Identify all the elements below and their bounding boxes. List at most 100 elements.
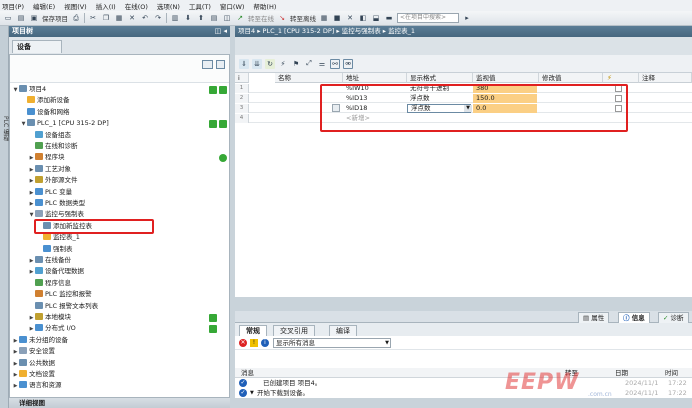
tree-item[interactable]: ▶ 外部源文件 (10, 175, 229, 186)
tree-item[interactable]: ▶ 公共数据 (10, 358, 229, 369)
go-online-icon[interactable]: ↗ (235, 13, 245, 23)
tree-item[interactable]: 在线和诊断 (10, 141, 229, 152)
cross-ref-icon[interactable]: ✕ (345, 13, 355, 23)
tree-item[interactable]: 强制表 (10, 244, 229, 255)
column-header[interactable]: 修改值 (539, 73, 603, 83)
collapsed-arrow-icon[interactable]: ▶ (28, 153, 35, 164)
panel-controls-icon[interactable]: ◫ ◂ (215, 26, 227, 37)
menu-item[interactable]: 选项(N) (157, 1, 180, 11)
menu-item[interactable]: 视图(V) (64, 1, 87, 11)
delete-icon[interactable]: ✕ (127, 13, 137, 23)
tab-diagnostics[interactable]: ✓ 诊断 (658, 312, 689, 323)
menu-item[interactable]: 在线(O) (125, 1, 148, 11)
monitor-all-icon[interactable]: ⚯ (330, 58, 340, 69)
menu-item[interactable]: 窗口(W) (220, 1, 245, 11)
tree-item[interactable]: 添加新设备 (10, 95, 229, 106)
column-header[interactable]: 显示格式 (407, 73, 473, 83)
collapsed-arrow-icon[interactable]: ▶ (12, 370, 19, 381)
display-mode-icon[interactable]: ⚌ (317, 59, 327, 69)
tree-item[interactable]: ▶ 文档设置 (10, 369, 229, 380)
add-row-icon[interactable]: ⇊ (252, 58, 262, 69)
split-editor-h-icon[interactable]: ⬓ (371, 13, 381, 23)
tab-info[interactable]: ⓘ 信息 (618, 312, 650, 323)
collapsed-arrow-icon[interactable]: ▶ (12, 336, 19, 347)
menu-item[interactable]: 工具(T) (189, 1, 211, 11)
column-header[interactable]: 注释 (639, 73, 692, 83)
tree-item[interactable]: ▶ PLC 数据类型 (10, 198, 229, 209)
column-header[interactable]: 监视值 (473, 73, 539, 83)
collapsed-arrow-icon[interactable]: ▶ (28, 313, 35, 324)
collapsed-arrow-icon[interactable]: ▶ (28, 256, 35, 267)
warning-filter-icon[interactable]: ! (250, 339, 258, 347)
tree-item[interactable]: ▶ 在线备份 (10, 255, 229, 266)
tree-item[interactable]: ▶ 工艺对象 (10, 164, 229, 175)
stop-icon[interactable]: ■ (332, 13, 342, 23)
tree-item[interactable]: PLC 监控和报警 (10, 289, 229, 300)
tab-compile[interactable]: 编译 (329, 325, 357, 336)
save-project-button[interactable]: 保存项目 (42, 13, 68, 23)
print-icon[interactable]: ⎙ (71, 13, 81, 23)
info-filter-icon[interactable]: i (261, 339, 269, 347)
go-online-button[interactable]: 转至在线 (248, 13, 274, 23)
view-toggle-icon[interactable] (202, 60, 213, 69)
collapsed-arrow-icon[interactable]: ▶ (28, 165, 35, 176)
menu-item[interactable]: 插入(I) (96, 1, 116, 11)
undo-icon[interactable]: ↶ (140, 13, 150, 23)
tree-item[interactable]: ▼ 项目4 (10, 84, 229, 95)
tree-item[interactable]: ▶ 分布式 I/O (10, 323, 229, 334)
collapsed-arrow-icon[interactable]: ▶ (12, 347, 19, 358)
column-header[interactable]: 名称 (275, 73, 343, 83)
simulation-icon[interactable]: ▤ (209, 13, 219, 23)
menu-item[interactable]: 帮助(H) (253, 1, 276, 11)
tab-properties[interactable]: ▤ 属性 (578, 312, 610, 323)
tree-item[interactable]: ▶ 未分组的设备 (10, 335, 229, 346)
filter-icon[interactable] (216, 60, 225, 69)
expanded-arrow-icon[interactable]: ▼ (20, 119, 27, 130)
tree-item[interactable]: 设备组态 (10, 130, 229, 141)
collapsed-arrow-icon[interactable]: ▶ (28, 267, 35, 278)
open-project-icon[interactable]: ▤ (16, 13, 26, 23)
tree-item[interactable]: PLC 报警文本列表 (10, 301, 229, 312)
modify-trigger-icon[interactable]: ⚑ (291, 59, 301, 69)
paste-icon[interactable]: ▦ (114, 13, 124, 23)
tree-item[interactable]: ▶ 设备代理数据 (10, 266, 229, 277)
insert-row-icon[interactable]: ⇓ (239, 58, 249, 69)
save-project-icon[interactable]: ▣ (29, 13, 39, 23)
compile-icon[interactable]: ▥ (170, 13, 180, 23)
collapsed-arrow-icon[interactable]: ▶ (28, 176, 35, 187)
tree-item[interactable]: 程序信息 (10, 278, 229, 289)
horizontal-splitter[interactable] (235, 297, 692, 311)
menu-item[interactable]: 编辑(E) (33, 1, 55, 11)
collapsed-arrow-icon[interactable]: ▶ (28, 324, 35, 335)
redo-icon[interactable]: ↷ (153, 13, 163, 23)
tree-item[interactable]: ▶ 程序块 (10, 152, 229, 163)
tree-item[interactable]: ▶ PLC 变量 (10, 187, 229, 198)
devices-tab[interactable]: 设备 (12, 40, 62, 53)
message-row[interactable]: ✓ 已创建项目 项目4。 2024/11/1 17:22 (235, 378, 692, 388)
collapsed-arrow-icon[interactable]: ▶ (28, 188, 35, 199)
download-icon[interactable]: ⬇ (183, 13, 193, 23)
message-filter-select[interactable]: 显示所有消息 ▼ (273, 338, 391, 348)
details-view-header[interactable]: 详细视图 (9, 398, 230, 408)
monitor-once-icon[interactable]: ⚮ (343, 58, 353, 69)
split-editor-icon[interactable]: ◧ (358, 13, 368, 23)
error-filter-icon[interactable]: ✕ (239, 339, 247, 347)
project-search-input[interactable]: <在项目中搜索> (397, 13, 459, 23)
go-offline-button[interactable]: 转至离线 (290, 13, 316, 23)
upload-icon[interactable]: ⬆ (196, 13, 206, 23)
expand-arrow-icon[interactable]: ▼ (250, 388, 254, 398)
cut-icon[interactable]: ✂ (88, 13, 98, 23)
collapsed-arrow-icon[interactable]: ▶ (12, 359, 19, 370)
tree-item[interactable]: 监控表_1 (10, 232, 229, 243)
tab-general[interactable]: 常规 (239, 325, 267, 336)
copy-icon[interactable]: ❐ (101, 13, 111, 23)
message-row[interactable]: ✓ 开始下载到设备。 ▼ 2024/11/1 17:22 (235, 388, 692, 398)
minimize-icon[interactable]: ▬ (384, 13, 394, 23)
column-header[interactable]: i (235, 73, 249, 83)
tree-item[interactable]: ▼ PLC_1 [CPU 315-2 DP] (10, 118, 229, 129)
new-project-icon[interactable]: ▭ (3, 13, 13, 23)
expand-icon[interactable]: ⤢ (304, 59, 314, 69)
monitor-icon[interactable]: ▦ (319, 13, 329, 23)
accessible-devices-icon[interactable]: ◫ (222, 13, 232, 23)
refresh-icon[interactable]: ↻ (265, 58, 275, 69)
